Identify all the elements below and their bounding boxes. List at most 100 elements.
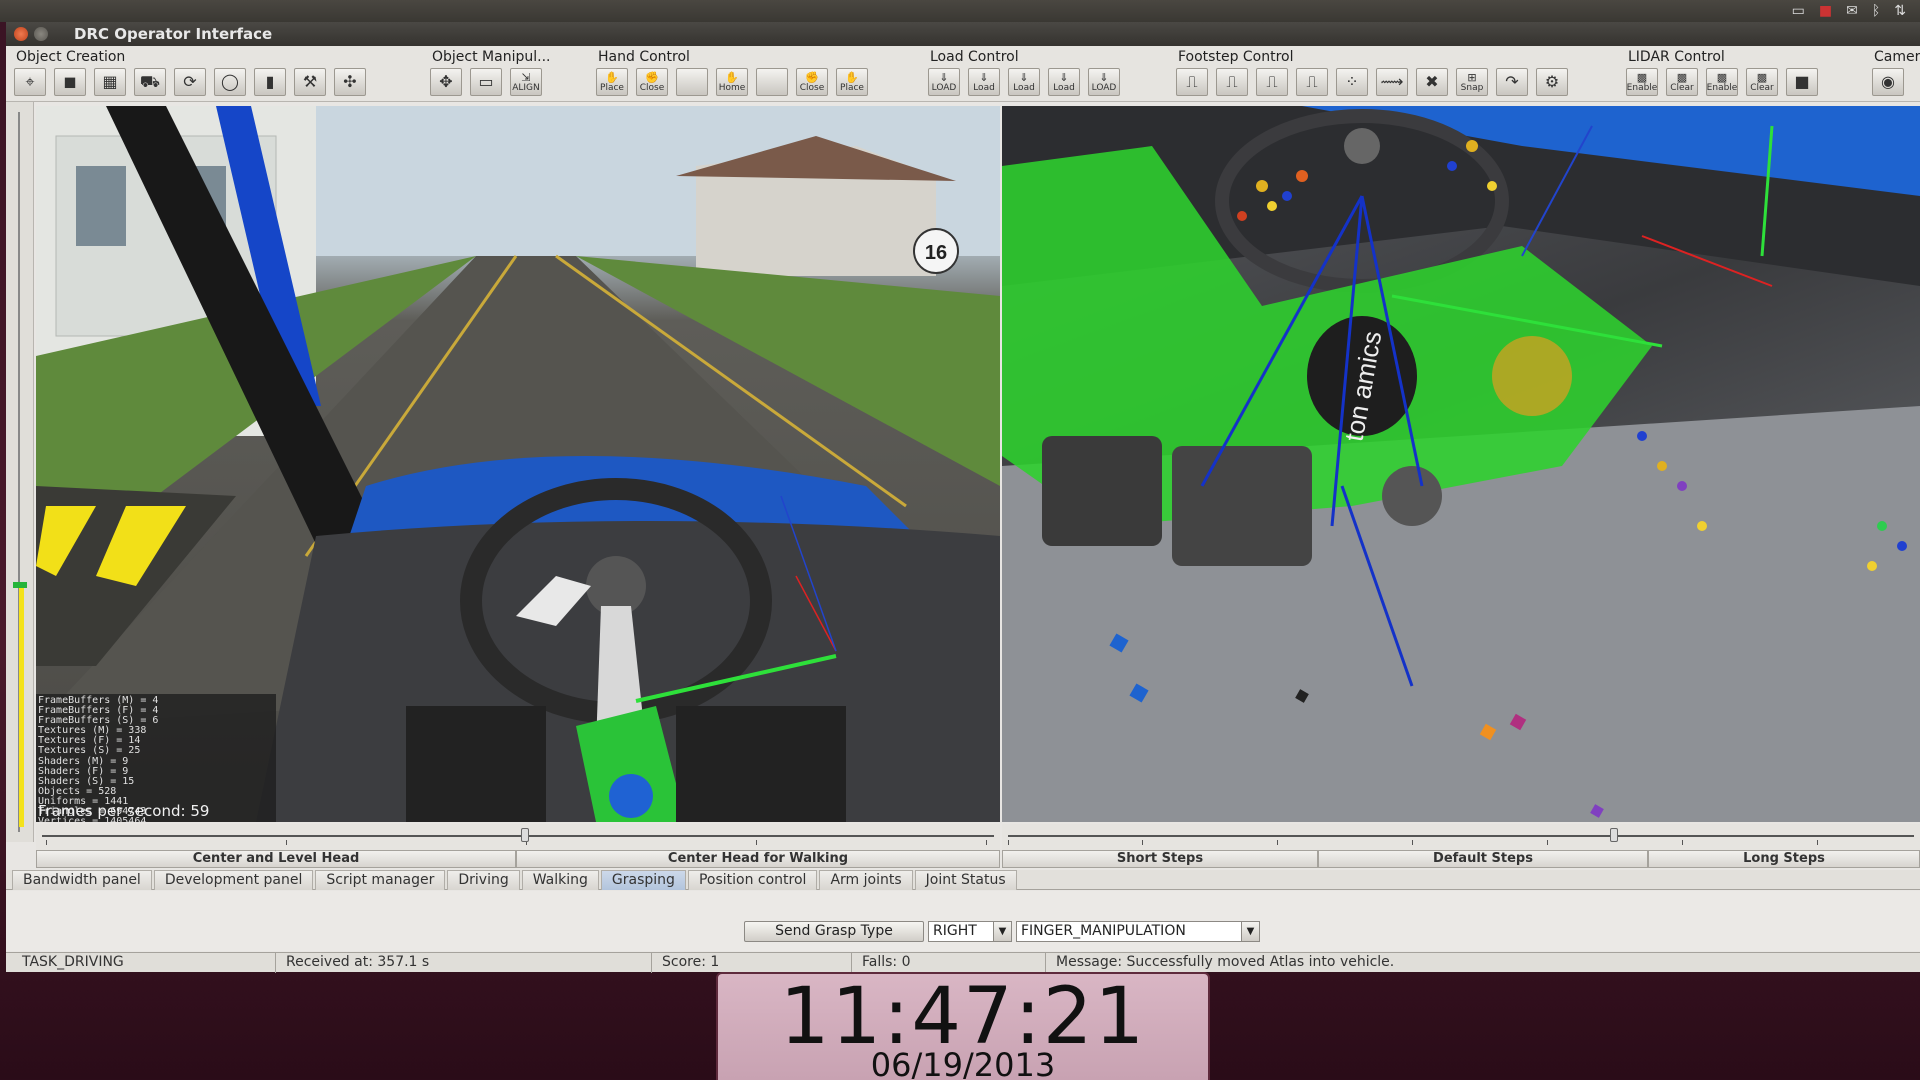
hand-close-icon[interactable]: ✊ Close [636,68,668,96]
minimize-icon[interactable] [34,27,48,41]
keyboard-icon[interactable]: ▭ [1792,3,1805,19]
toolbar-icon-row: ✥ ▭ ⇲ ALIGN [430,68,542,96]
center-head-walking-button[interactable]: Center Head for Walking [516,850,1000,868]
step-slider-thumb[interactable] [1610,828,1618,842]
grid-icon[interactable]: ▦ [94,68,126,96]
load-icon[interactable]: ⇓ Load [1008,68,1040,96]
lidar-icon[interactable]: ▩ Enable [1706,68,1738,96]
vehicle-icon[interactable]: ⛟ [134,68,166,96]
load-icon[interactable]: ⇓ Load [968,68,1000,96]
toolbar-icon-caption: Clear [1670,82,1694,93]
hand-close-icon[interactable]: ✊ Close [796,68,828,96]
fps-readout: Frames per second: 59 [38,802,210,820]
send-grasp-type-button[interactable]: Send Grasp Type [744,921,924,942]
toolbar-icon-caption: Clear [1750,82,1774,93]
tab-walking[interactable]: Walking [521,870,599,890]
walk-icon[interactable]: ⟿ [1376,68,1408,96]
ring-icon[interactable]: ◯ [214,68,246,96]
load-icon[interactable]: ⇓ LOAD [1088,68,1120,96]
toolbar-icon-caption: Place [600,82,624,93]
foot-icon[interactable]: ⎍ [1216,68,1248,96]
grasp-type-select[interactable]: FINGER_MANIPULATION ▼ [1016,921,1260,942]
load-icon[interactable]: ⇓ Load [1048,68,1080,96]
slider-tick [986,840,987,845]
dots-icon[interactable]: ⁘ [1336,68,1368,96]
toolbar-group-label: Load Control [930,49,1019,65]
foot-icon[interactable]: ⎍ [1176,68,1208,96]
drill-icon[interactable]: ⚒ [294,68,326,96]
black-icon[interactable]: ■ [1786,68,1818,96]
cursor-icon[interactable]: ⌖ [14,68,46,96]
hand-home-icon[interactable]: ✋ Home [716,68,748,96]
window-titlebar: DRC Operator Interface [6,22,1920,46]
side-slider-level [19,587,24,827]
head-slider[interactable] [36,824,1000,850]
plane-icon[interactable]: ▭ [470,68,502,96]
head-slider-thumb[interactable] [521,828,529,842]
toolbar-icon-caption: Home [718,82,746,93]
hand-side-select[interactable]: RIGHT ▼ [928,921,1012,942]
tab-arm-joints[interactable]: Arm joints [819,870,913,890]
toolbar-icon-row: ⇓ LOAD ⇓ Load ⇓ Load ⇓ Load ⇓ LOAD [928,68,1120,96]
tab-development-panel[interactable]: Development panel [153,870,314,890]
slider-tick [1682,840,1683,845]
blank-icon[interactable] [756,68,788,96]
cube-icon[interactable]: ◼ [54,68,86,96]
toolbar-group-label: Object Manipul... [432,49,551,65]
lidar-icon[interactable]: ▩ Enable [1626,68,1658,96]
cancel-icon[interactable]: ✖ [1416,68,1448,96]
default-steps-button[interactable]: Default Steps [1318,850,1648,868]
toolbar-icon-row: ⎍ ⎍ ⎍ ⎍ ⁘ ⟿ ✖ ⊞ Snap ↷ ⚙ [1176,68,1568,96]
lidar-icon[interactable]: ▩ Clear [1666,68,1698,96]
camera-viewport[interactable]: 16 FrameBuffers (M) = 4 FrameBuffers (F)… [36,106,1000,822]
chevron-down-icon[interactable]: ▼ [1241,922,1259,941]
desktop-clock: 11:47:21 06/19/2013 [716,972,1210,1080]
network-icon[interactable]: ⇅ [1894,3,1906,19]
box-icon[interactable]: ▮ [254,68,286,96]
hand-side-value: RIGHT [933,923,977,939]
feet-icon[interactable]: ⎍ [1256,68,1288,96]
lidar-icon[interactable]: ▩ Clear [1746,68,1778,96]
toolbar-icon-caption: LOAD [1091,82,1117,93]
align-icon[interactable]: ⇲ ALIGN [510,68,542,96]
head-slider-track [42,835,994,837]
move-icon[interactable]: ✥ [430,68,462,96]
tab-position-control[interactable]: Position control [687,870,818,890]
step-size-slider[interactable] [1002,824,1920,850]
update-icon[interactable]: ⟳ [174,68,206,96]
received-time: Received at: 357.1 s [276,953,652,973]
chevron-down-icon[interactable]: ▼ [993,922,1011,941]
3d-robot-viewport[interactable]: ton amics [1002,106,1920,822]
left-side-slider[interactable] [6,102,34,842]
hand-place-icon[interactable]: ✋ Place [836,68,868,96]
head-buttons: Center and Level Head Center Head for Wa… [36,850,1000,868]
slider-tick [1008,840,1009,845]
hand-place-icon[interactable]: ✋ Place [596,68,628,96]
center-level-head-button[interactable]: Center and Level Head [36,850,516,868]
load-icon[interactable]: ⇓ LOAD [928,68,960,96]
bluetooth-icon[interactable]: ᛒ [1872,3,1880,19]
feet-icon[interactable]: ⎍ [1296,68,1328,96]
battery-icon[interactable]: ■ [1819,3,1832,19]
slider-tick [1547,840,1548,845]
close-icon[interactable] [14,27,28,41]
mail-icon[interactable]: ✉ [1846,3,1858,19]
short-steps-button[interactable]: Short Steps [1002,850,1318,868]
snap-icon[interactable]: ⊞ Snap [1456,68,1488,96]
tab-bandwidth-panel[interactable]: Bandwidth panel [12,870,152,890]
slider-tick [756,840,757,845]
turn-icon[interactable]: ↷ [1496,68,1528,96]
robot-icon[interactable]: ⚙ [1536,68,1568,96]
tab-grasping[interactable]: Grasping [600,870,686,890]
long-steps-button[interactable]: Long Steps [1648,850,1920,868]
status-bar: TASK_DRIVING Received at: 357.1 s Score:… [6,952,1920,973]
tab-script-manager[interactable]: Script manager [315,870,446,890]
step-buttons: Short Steps Default Steps Long Steps [1002,850,1920,868]
tab-joint-status[interactable]: Joint Status [914,870,1017,890]
toolbar-icon-caption: Close [639,82,665,93]
tab-driving[interactable]: Driving [447,870,520,890]
valve-icon[interactable]: ✣ [334,68,366,96]
eye-icon[interactable]: ◉ [1872,68,1904,96]
blank-icon[interactable] [676,68,708,96]
side-slider-marker[interactable] [13,582,27,588]
